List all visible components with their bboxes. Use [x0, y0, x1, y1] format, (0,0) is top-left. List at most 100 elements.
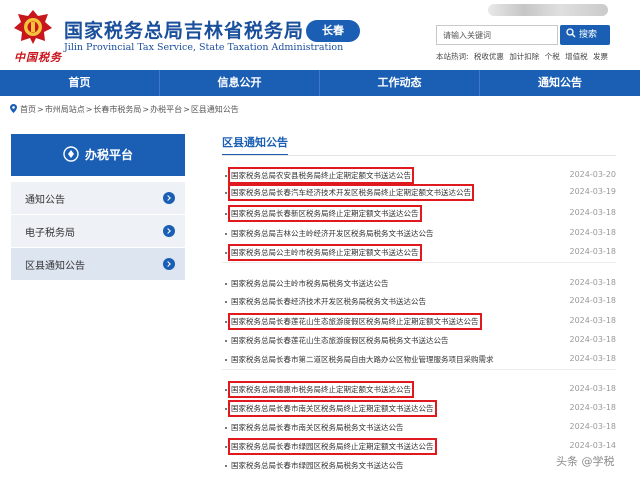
- notice-row[interactable]: 国家税务总局长春汽车经济技术开发区税务局终止定期定额文书送达公告 2024-03-…: [222, 184, 617, 201]
- breadcrumb-separator: >: [37, 105, 44, 114]
- notice-date: 2024-03-18: [569, 228, 617, 237]
- notice-title-link[interactable]: 国家税务总局长春市绿园区税务局税务文书送达公告: [231, 460, 404, 471]
- nav-item-home[interactable]: 首页: [0, 70, 160, 96]
- notice-title-link[interactable]: 国家税务总局公主岭市税务局终止定期定额文书送达公告: [228, 244, 422, 261]
- notice-title-link[interactable]: 国家税务总局农安县税务局终止定期定额文书送达公告: [228, 167, 414, 184]
- breadcrumb-separator: >: [183, 105, 190, 114]
- city-badge[interactable]: 长春: [306, 20, 360, 42]
- notice-title-link[interactable]: 国家税务总局长春经济技术开发区税务局税务文书送达公告: [231, 296, 426, 307]
- section-title: 区县通知公告: [222, 134, 630, 156]
- sidebar: 办税平台 通知公告 电子税务局 区县通知公告: [11, 134, 185, 280]
- notice-date: 2024-03-18: [569, 403, 617, 412]
- search-icon: [566, 28, 576, 38]
- chevron-right-icon: [163, 258, 175, 270]
- bullet-icon: [225, 408, 227, 410]
- tax-platform-icon: [63, 146, 79, 162]
- notice-row[interactable]: 国家税务总局公主岭市税务局税务文书送达公告 2024-03-18: [222, 276, 616, 292]
- notice-title-link[interactable]: 国家税务总局长春市第二道区税务局自由大路办公区物业管理服务项目采购需求: [231, 354, 494, 365]
- notice-title-link[interactable]: 国家税务总局长春市绿园区税务局终止定期定额文书送达公告: [228, 438, 437, 455]
- hot-words-label: 本站热词:: [436, 52, 469, 61]
- notice-row[interactable]: 国家税务总局长春莲花山生态旅游度假区税务局税务文书送达公告 2024-03-18: [222, 333, 616, 349]
- notice-date: 2024-03-18: [569, 247, 617, 256]
- notice-row[interactable]: 国家税务总局长春市第二道区税务局自由大路办公区物业管理服务项目采购需求 2024-…: [222, 352, 616, 368]
- brand-script-logo: 中国税务: [14, 51, 62, 64]
- breadcrumb-item[interactable]: 长春市税务局: [93, 105, 141, 114]
- notice-title-link[interactable]: 国家税务总局德惠市税务局终止定期定额文书送达公告: [228, 381, 414, 398]
- nav-item-info-disclosure[interactable]: 信息公开: [160, 70, 320, 96]
- chevron-right-icon: [163, 192, 175, 204]
- sidebar-item-e-tax-bureau[interactable]: 电子税务局: [11, 215, 185, 247]
- notice-title-link[interactable]: 国家税务总局长春新区税务局终止定期定额文书送达公告: [228, 205, 422, 222]
- breadcrumb-separator: >: [142, 105, 150, 114]
- notice-row[interactable]: 国家税务总局公主岭市税务局终止定期定额文书送达公告 2024-03-18: [222, 244, 617, 261]
- notice-date: 2024-03-14: [569, 441, 617, 450]
- bullet-icon: [225, 427, 227, 429]
- bullet-icon: [225, 233, 227, 235]
- breadcrumb-item[interactable]: 办税平台: [150, 105, 182, 114]
- breadcrumb-item-current[interactable]: 区县通知公告: [191, 105, 239, 114]
- notice-date: 2024-03-18: [569, 296, 617, 305]
- notice-title-link[interactable]: 国家税务总局长春市南关区税务局税务文书送达公告: [231, 422, 404, 433]
- notice-title-link[interactable]: 国家税务总局长春莲花山生态旅游度假区税务局终止定期定额文书送达公告: [228, 313, 482, 330]
- bullet-icon: [225, 192, 227, 194]
- bullet-icon: [225, 301, 227, 303]
- hot-word[interactable]: 增值税: [565, 52, 588, 61]
- notice-date: 2024-03-19: [569, 187, 617, 196]
- bullet-icon: [225, 446, 227, 448]
- search-input[interactable]: [436, 25, 558, 45]
- sidebar-heading-label: 办税平台: [84, 148, 133, 162]
- group-divider: [222, 369, 616, 370]
- notice-row[interactable]: 国家税务总局长春市南关区税务局终止定期定额文书送达公告 2024-03-18: [222, 400, 617, 417]
- search-button[interactable]: 搜索: [560, 25, 610, 45]
- hot-word[interactable]: 个税: [545, 52, 560, 61]
- nav-item-work-news[interactable]: 工作动态: [320, 70, 480, 96]
- notice-title-link[interactable]: 国家税务总局长春莲花山生态旅游度假区税务局税务文书送达公告: [231, 335, 449, 346]
- bullet-icon: [225, 465, 227, 467]
- bullet-icon: [225, 389, 227, 391]
- site-subtitle: Jilin Provincial Tax Service, State Taxa…: [64, 42, 344, 53]
- notice-date: 2024-03-18: [569, 354, 617, 363]
- hot-words: 本站热词: 税收优惠 加计扣除 个税 增值税 发票: [436, 51, 611, 62]
- notice-title-link[interactable]: 国家税务总局长春市南关区税务局终止定期定额文书送达公告: [228, 400, 437, 417]
- notice-row[interactable]: 国家税务总局长春市南关区税务局税务文书送达公告 2024-03-18: [222, 420, 616, 436]
- site-title[interactable]: 国家税务总局吉林省税务局: [64, 16, 304, 43]
- notice-date: 2024-03-18: [569, 335, 617, 344]
- breadcrumb-item[interactable]: 首页: [20, 105, 36, 114]
- bullet-icon: [225, 321, 227, 323]
- bullet-icon: [225, 175, 227, 177]
- notice-row[interactable]: 国家税务总局长春经济技术开发区税务局税务文书送达公告 2024-03-18: [222, 294, 616, 310]
- section-title-label: 区县通知公告: [222, 134, 288, 156]
- site-header: 中国税务 国家税务总局吉林省税务局 Jilin Provincial Tax S…: [0, 0, 640, 70]
- search-button-label: 搜索: [579, 30, 598, 40]
- notice-row[interactable]: 国家税务总局德惠市税务局终止定期定额文书送达公告 2024-03-18: [222, 381, 617, 398]
- sidebar-heading: 办税平台: [11, 134, 185, 176]
- bullet-icon: [225, 340, 227, 342]
- main-nav: 首页 信息公开 工作动态 通知公告: [0, 70, 640, 96]
- notice-date: 2024-03-18: [569, 316, 617, 325]
- notice-date: 2024-03-20: [569, 170, 617, 179]
- hot-word[interactable]: 税收优惠: [474, 52, 504, 61]
- notice-title-link[interactable]: 国家税务总局公主岭市税务局税务文书送达公告: [231, 278, 389, 289]
- notice-row[interactable]: 国家税务总局农安县税务局终止定期定额文书送达公告 2024-03-20: [222, 167, 617, 184]
- sidebar-item-label: 电子税务局: [25, 227, 75, 239]
- notice-row[interactable]: 国家税务总局吉林公主岭经济开发区税务局税务文书送达公告 2024-03-18: [222, 226, 616, 242]
- bullet-icon: [225, 252, 227, 254]
- hot-word[interactable]: 发票: [593, 52, 608, 61]
- notice-list-panel: 区县通知公告 国家税务总局农安县税务局终止定期定额文书送达公告 2024-03-2…: [222, 134, 630, 470]
- nav-item-announcements[interactable]: 通知公告: [480, 70, 640, 96]
- tax-emblem-icon: [14, 10, 52, 44]
- sidebar-item-district-notices[interactable]: 区县通知公告: [11, 248, 185, 280]
- breadcrumb: 首页>市州局站点>长春市税务局>办税平台>区县通知公告: [10, 104, 239, 115]
- sidebar-item-label: 通知公告: [25, 194, 65, 206]
- notice-date: 2024-03-18: [569, 384, 617, 393]
- notice-row[interactable]: 国家税务总局长春莲花山生态旅游度假区税务局终止定期定额文书送达公告 2024-03…: [222, 313, 617, 330]
- breadcrumb-item[interactable]: 市州局站点: [45, 105, 85, 114]
- hot-word[interactable]: 加计扣除: [509, 52, 539, 61]
- notice-date: 2024-03-18: [569, 208, 617, 217]
- notice-row[interactable]: 国家税务总局长春新区税务局终止定期定额文书送达公告 2024-03-18: [222, 205, 617, 222]
- sidebar-item-notices[interactable]: 通知公告: [11, 182, 185, 214]
- bullet-icon: [225, 283, 227, 285]
- notice-title-link[interactable]: 国家税务总局吉林公主岭经济开发区税务局税务文书送达公告: [231, 228, 434, 239]
- notice-title-link[interactable]: 国家税务总局长春汽车经济技术开发区税务局终止定期定额文书送达公告: [228, 184, 474, 201]
- bullet-icon: [225, 213, 227, 215]
